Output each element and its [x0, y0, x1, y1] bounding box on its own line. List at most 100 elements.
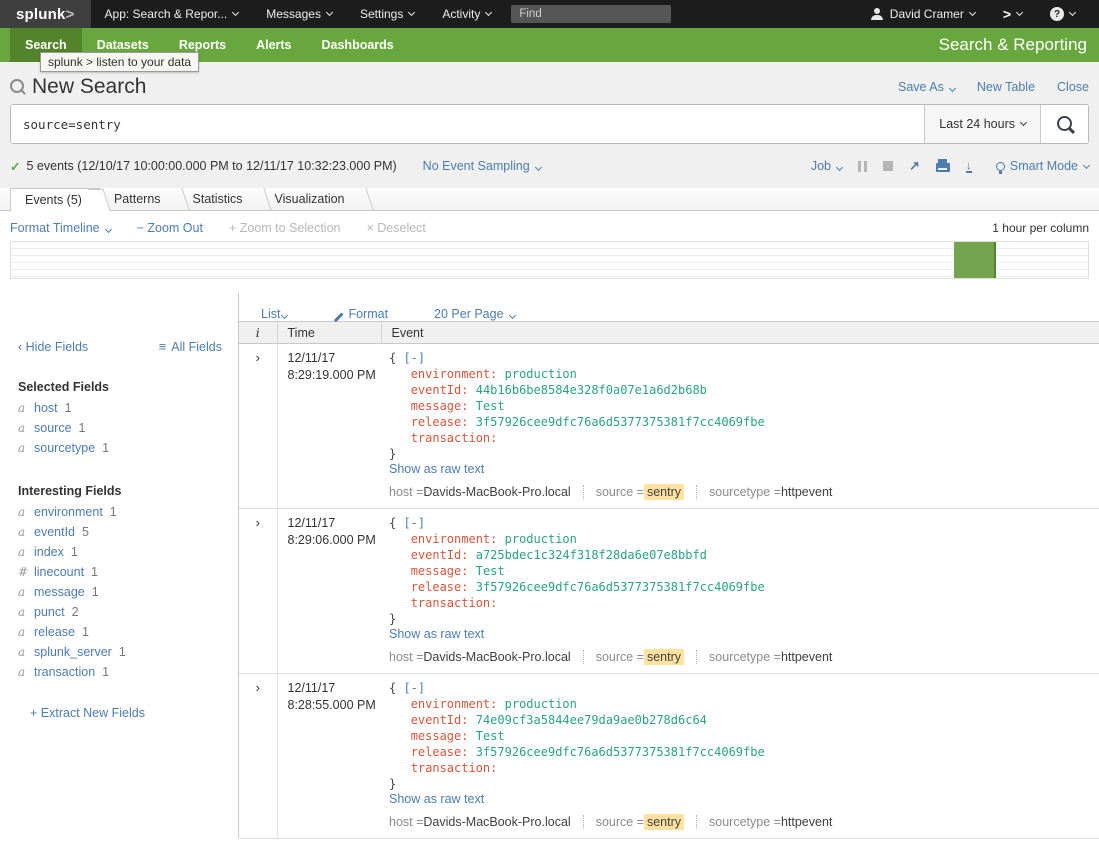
- meta-value[interactable]: httpevent: [781, 650, 832, 664]
- expand-event-button[interactable]: ›: [239, 509, 277, 674]
- results-toolbar: List Format 20 Per Page: [239, 293, 1099, 321]
- zoom-out-button[interactable]: − Zoom Out: [137, 221, 203, 235]
- json-key: transaction:: [411, 761, 498, 775]
- json-value: Test: [476, 399, 505, 413]
- new-table-button[interactable]: New Table: [977, 80, 1035, 94]
- meta-key[interactable]: sourcetype =: [709, 650, 781, 664]
- main-area: ‹ Hide Fields ≡All Fields Selected Field…: [0, 293, 1099, 838]
- field-link[interactable]: index: [34, 545, 64, 559]
- meta-key[interactable]: source =: [596, 815, 644, 829]
- collapse-json-link[interactable]: [-]: [403, 351, 425, 365]
- timeline-chart[interactable]: [10, 241, 1089, 279]
- interesting-fields-title: Interesting Fields: [18, 484, 238, 498]
- job-menu[interactable]: Job: [811, 159, 842, 173]
- meta-key[interactable]: sourcetype =: [709, 815, 781, 829]
- show-raw-text-link[interactable]: Show as raw text: [389, 792, 484, 806]
- json-value: 74e09cf3a5844ee79da9ae0b278d6c64: [476, 713, 707, 727]
- tab-visualization[interactable]: Visualization: [261, 188, 363, 210]
- tab-statistics[interactable]: Statistics: [179, 188, 261, 210]
- json-key: environment:: [411, 367, 498, 381]
- export-icon[interactable]: ↓: [966, 160, 972, 173]
- print-icon[interactable]: [936, 163, 950, 172]
- close-button[interactable]: Close: [1057, 80, 1089, 94]
- field-link[interactable]: transaction: [34, 665, 95, 679]
- stop-icon[interactable]: [883, 161, 893, 171]
- hide-fields-button[interactable]: ‹ Hide Fields: [18, 340, 88, 354]
- find-input[interactable]: [511, 5, 671, 23]
- app-title: Search & Reporting: [939, 28, 1099, 62]
- meta-key[interactable]: sourcetype =: [709, 485, 781, 499]
- meta-key[interactable]: host =: [389, 815, 423, 829]
- field-link[interactable]: splunk_server: [34, 645, 112, 659]
- tab-events-5[interactable]: Events (5): [10, 188, 100, 211]
- topbar-menu[interactable]: Activity: [428, 0, 505, 28]
- field-link[interactable]: message: [34, 585, 85, 599]
- field-link[interactable]: source: [34, 421, 72, 435]
- meta-value[interactable]: Davids-MacBook-Pro.local: [423, 485, 570, 499]
- show-raw-text-link[interactable]: Show as raw text: [389, 627, 484, 641]
- help-icon: ?: [1050, 7, 1064, 21]
- chevron-down-icon: [1020, 119, 1027, 126]
- share-icon[interactable]: ↗: [909, 158, 920, 174]
- meta-value[interactable]: sentry: [644, 484, 684, 500]
- field-link[interactable]: eventId: [34, 525, 75, 539]
- list-view-menu[interactable]: List: [261, 307, 287, 321]
- json-value: Test: [476, 729, 505, 743]
- meta-key[interactable]: host =: [389, 650, 423, 664]
- topbar-menu[interactable]: Messages: [252, 0, 346, 28]
- expand-event-button[interactable]: ›: [239, 674, 277, 839]
- json-key: release:: [411, 415, 469, 429]
- search-mode-menu[interactable]: Smart Mode: [996, 159, 1089, 173]
- meta-divider: [583, 815, 584, 829]
- all-fields-button[interactable]: ≡All Fields: [159, 339, 222, 354]
- json-value: 44b16b6be8584e328f0a07e1a6d2b68b: [476, 383, 707, 397]
- help-menu[interactable]: ?: [1036, 7, 1089, 21]
- search-query-input[interactable]: [11, 105, 924, 143]
- field-link[interactable]: release: [34, 625, 75, 639]
- collapse-json-link[interactable]: [-]: [403, 681, 425, 695]
- json-value: Test: [476, 564, 505, 578]
- field-item-index: aindex1: [18, 542, 238, 562]
- meta-value[interactable]: sentry: [644, 649, 684, 665]
- meta-value[interactable]: sentry: [644, 814, 684, 830]
- tab-patterns[interactable]: Patterns: [100, 188, 179, 210]
- extract-new-fields-link[interactable]: + Extract New Fields: [30, 706, 145, 720]
- meta-value[interactable]: Davids-MacBook-Pro.local: [423, 650, 570, 664]
- json-key: eventId:: [411, 713, 469, 727]
- activity-arrow-menu[interactable]: >: [989, 6, 1036, 22]
- event-sampling-menu[interactable]: No Event Sampling: [423, 159, 541, 173]
- format-menu[interactable]: Format: [333, 307, 388, 321]
- meta-value[interactable]: httpevent: [781, 485, 832, 499]
- chevron-down-icon: [969, 9, 976, 16]
- format-timeline-menu[interactable]: Format Timeline: [10, 221, 111, 235]
- timeline-event-bar[interactable]: [954, 242, 996, 278]
- meta-key[interactable]: source =: [596, 485, 644, 499]
- appnav-item-alerts[interactable]: Alerts: [241, 28, 306, 62]
- meta-value[interactable]: Davids-MacBook-Pro.local: [423, 815, 570, 829]
- appnav-item-dashboards[interactable]: Dashboards: [307, 28, 409, 62]
- meta-key[interactable]: source =: [596, 650, 644, 664]
- time-range-picker[interactable]: Last 24 hours: [924, 105, 1040, 143]
- per-page-menu[interactable]: 20 Per Page: [434, 307, 515, 321]
- field-link[interactable]: linecount: [34, 565, 84, 579]
- expand-event-button[interactable]: ›: [239, 344, 277, 509]
- field-link[interactable]: sourcetype: [34, 441, 95, 455]
- chevron-down-icon: [836, 164, 843, 171]
- splunk-logo[interactable]: splunk>: [0, 0, 91, 28]
- pause-icon[interactable]: [858, 161, 867, 172]
- field-link[interactable]: punct: [34, 605, 65, 619]
- json-value: 3f57926cee9dfc76a6d5377375381f7cc4069fbe: [476, 580, 765, 594]
- collapse-json-link[interactable]: [-]: [403, 516, 425, 530]
- fields-sidebar: ‹ Hide Fields ≡All Fields Selected Field…: [0, 293, 239, 838]
- show-raw-text-link[interactable]: Show as raw text: [389, 462, 484, 476]
- save-as-button[interactable]: Save As: [898, 80, 955, 94]
- field-link[interactable]: host: [34, 401, 58, 415]
- meta-key[interactable]: host =: [389, 485, 423, 499]
- meta-value[interactable]: httpevent: [781, 815, 832, 829]
- user-menu[interactable]: David Cramer: [857, 7, 989, 21]
- field-link[interactable]: environment: [34, 505, 103, 519]
- topbar-menu[interactable]: App: Search & Repor...: [91, 0, 253, 28]
- search-submit-button[interactable]: [1040, 105, 1088, 143]
- topbar-menu[interactable]: Settings: [346, 0, 428, 28]
- timeline-scale-label: 1 hour per column: [992, 221, 1089, 235]
